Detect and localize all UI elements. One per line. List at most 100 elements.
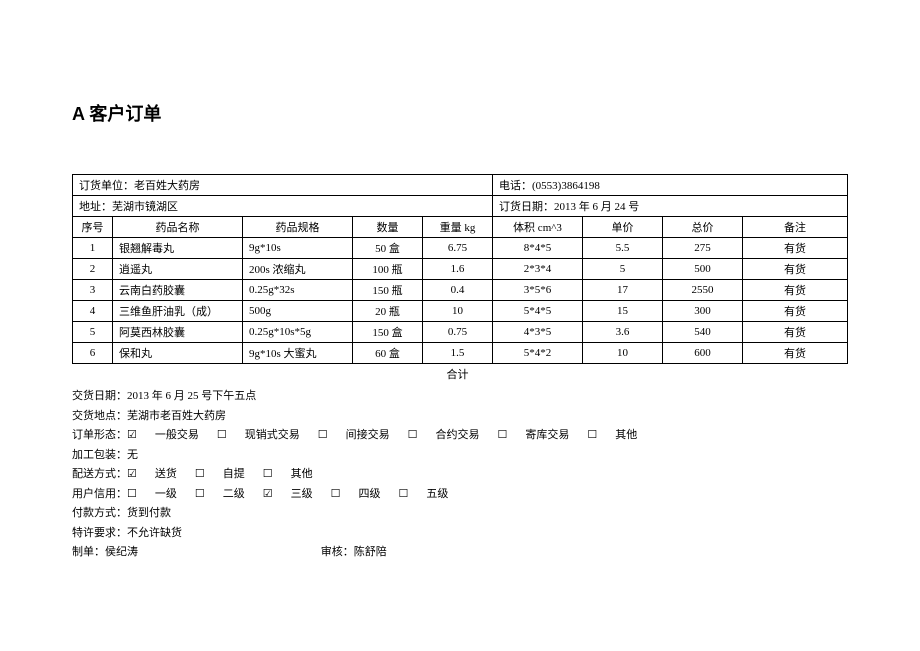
cell-volume: 5*4*5 — [493, 301, 583, 322]
credit-row: 用户信用：☐一级☐二级☑三级☐四级☐五级 — [72, 486, 848, 503]
table-row: 6保和丸9g*10s 大蜜丸60 盒1.55*4*210600有货 — [73, 343, 848, 364]
cell-volume: 5*4*2 — [493, 343, 583, 364]
cell-name: 阿莫西林胶囊 — [113, 322, 243, 343]
cell-remark: 有货 — [743, 301, 848, 322]
cell-seq: 3 — [73, 280, 113, 301]
order-form-row: 订单形态：☑一般交易☐现销式交易☐间接交易☐合约交易☐寄库交易☐其他 — [72, 427, 848, 444]
cell-qty: 20 瓶 — [353, 301, 423, 322]
col-total-price: 总价 — [663, 217, 743, 238]
credit-label: 用户信用： — [72, 488, 127, 500]
address-label: 地址： — [79, 201, 112, 213]
cell-remark: 有货 — [743, 280, 848, 301]
checkbox-unchecked-icon: ☐ — [318, 427, 328, 444]
page-title: A 客户订单 — [72, 100, 848, 126]
checkbox-unchecked-icon: ☐ — [498, 427, 508, 444]
checkbox-unchecked-icon: ☐ — [587, 427, 597, 444]
order-form-label: 订单形态： — [72, 429, 127, 441]
cell-volume: 2*3*4 — [493, 259, 583, 280]
order-date-label: 订货日期： — [499, 201, 554, 213]
table-row: 1银翘解毒丸9g*10s50 盒6.758*4*55.5275有货 — [73, 238, 848, 259]
cell-spec: 200s 浓缩丸 — [243, 259, 353, 280]
checkbox-unchecked-icon: ☐ — [195, 466, 205, 483]
cell-remark: 有货 — [743, 259, 848, 280]
preparer-value: 侯纪涛 — [105, 546, 138, 558]
checkbox-checked-icon: ☑ — [127, 466, 137, 483]
cell-qty: 50 盒 — [353, 238, 423, 259]
option-label: 三级 — [291, 488, 313, 500]
checkbox-option: ☐其他 — [263, 468, 313, 480]
cell-name: 逍遥丸 — [113, 259, 243, 280]
checkbox-checked-icon: ☑ — [127, 427, 137, 444]
col-qty: 数量 — [353, 217, 423, 238]
checkbox-option: ☐二级 — [195, 488, 245, 500]
col-volume: 体积 cm^3 — [493, 217, 583, 238]
cell-weight: 10 — [423, 301, 493, 322]
address-cell: 地址：芜湖市镜湖区 — [73, 196, 493, 217]
option-label: 合约交易 — [436, 429, 480, 441]
checkbox-option: ☑三级 — [263, 488, 313, 500]
table-row: 5阿莫西林胶囊0.25g*10s*5g150 盒0.754*3*53.6540有… — [73, 322, 848, 343]
cell-qty: 60 盒 — [353, 343, 423, 364]
checkbox-option: ☐寄库交易 — [498, 429, 570, 441]
delivery-place: 交货地点：芜湖市老百姓大药房 — [72, 408, 848, 425]
col-weight: 重量 kg — [423, 217, 493, 238]
order-date-value: 2013 年 6 月 24 号 — [554, 201, 639, 213]
cell-volume: 8*4*5 — [493, 238, 583, 259]
cell-weight: 0.4 — [423, 280, 493, 301]
cell-name: 银翘解毒丸 — [113, 238, 243, 259]
cell-unit_price: 15 — [583, 301, 663, 322]
cell-weight: 0.75 — [423, 322, 493, 343]
cell-name: 云南白药胶囊 — [113, 280, 243, 301]
special: 特许要求：不允许缺货 — [72, 525, 848, 542]
approver-label: 审核： — [321, 546, 354, 558]
col-unit-price: 单价 — [583, 217, 663, 238]
cell-unit_price: 10 — [583, 343, 663, 364]
col-spec: 药品规格 — [243, 217, 353, 238]
checkbox-option: ☐一级 — [127, 488, 177, 500]
cell-spec: 9g*10s 大蜜丸 — [243, 343, 353, 364]
option-label: 现销式交易 — [245, 429, 300, 441]
cell-seq: 4 — [73, 301, 113, 322]
option-label: 间接交易 — [346, 429, 390, 441]
cell-total_price: 500 — [663, 259, 743, 280]
cell-volume: 3*5*6 — [493, 280, 583, 301]
checkbox-unchecked-icon: ☐ — [127, 486, 137, 503]
checkbox-option: ☑ 一般交易 — [127, 429, 199, 441]
cell-total_price: 275 — [663, 238, 743, 259]
checkbox-unchecked-icon: ☐ — [331, 486, 341, 503]
checkbox-option: ☑送货 — [127, 468, 177, 480]
cell-spec: 9g*10s — [243, 238, 353, 259]
phone-cell: 电话：(0553)3864198 — [493, 175, 848, 196]
cell-unit_price: 17 — [583, 280, 663, 301]
phone-value: (0553)3864198 — [532, 180, 600, 192]
cell-name: 三维鱼肝油乳（成） — [113, 301, 243, 322]
option-label: 五级 — [426, 488, 448, 500]
checkbox-unchecked-icon: ☐ — [263, 466, 273, 483]
checkbox-option: ☐五级 — [399, 488, 449, 500]
total-label: 合计 — [423, 364, 493, 385]
option-label: 其他 — [615, 429, 637, 441]
signature-row: 制单：侯纪涛 审核：陈舒陪 — [72, 544, 848, 561]
cell-qty: 100 瓶 — [353, 259, 423, 280]
checkbox-option: ☐ 间接交易 — [318, 429, 390, 441]
cell-spec: 500g — [243, 301, 353, 322]
option-label: 自提 — [223, 468, 245, 480]
checkbox-unchecked-icon: ☐ — [408, 427, 418, 444]
checkbox-option: ☐ 其他 — [587, 429, 637, 441]
cell-remark: 有货 — [743, 343, 848, 364]
col-seq: 序号 — [73, 217, 113, 238]
cell-total_price: 600 — [663, 343, 743, 364]
cell-unit_price: 5 — [583, 259, 663, 280]
option-label: 四级 — [359, 488, 381, 500]
cell-spec: 0.25g*10s*5g — [243, 322, 353, 343]
table-row: 3云南白药胶囊0.25g*32s150 瓶0.43*5*6172550有货 — [73, 280, 848, 301]
delivery-method-label: 配送方式： — [72, 468, 127, 480]
column-header-row: 序号 药品名称 药品规格 数量 重量 kg 体积 cm^3 单价 总价 备注 — [73, 217, 848, 238]
checkbox-option: ☐ 合约交易 — [408, 429, 480, 441]
delivery-method-row: 配送方式：☑送货 ☐ 自提 ☐其他 — [72, 466, 848, 483]
checkbox-option: ☐ 四级 — [331, 488, 381, 500]
cell-remark: 有货 — [743, 322, 848, 343]
packaging: 加工包装：无 — [72, 447, 848, 464]
option-label: 一般交易 — [155, 429, 199, 441]
order-header-table: 订货单位：老百姓大药房 电话：(0553)3864198 地址：芜湖市镜湖区 订… — [72, 174, 848, 384]
